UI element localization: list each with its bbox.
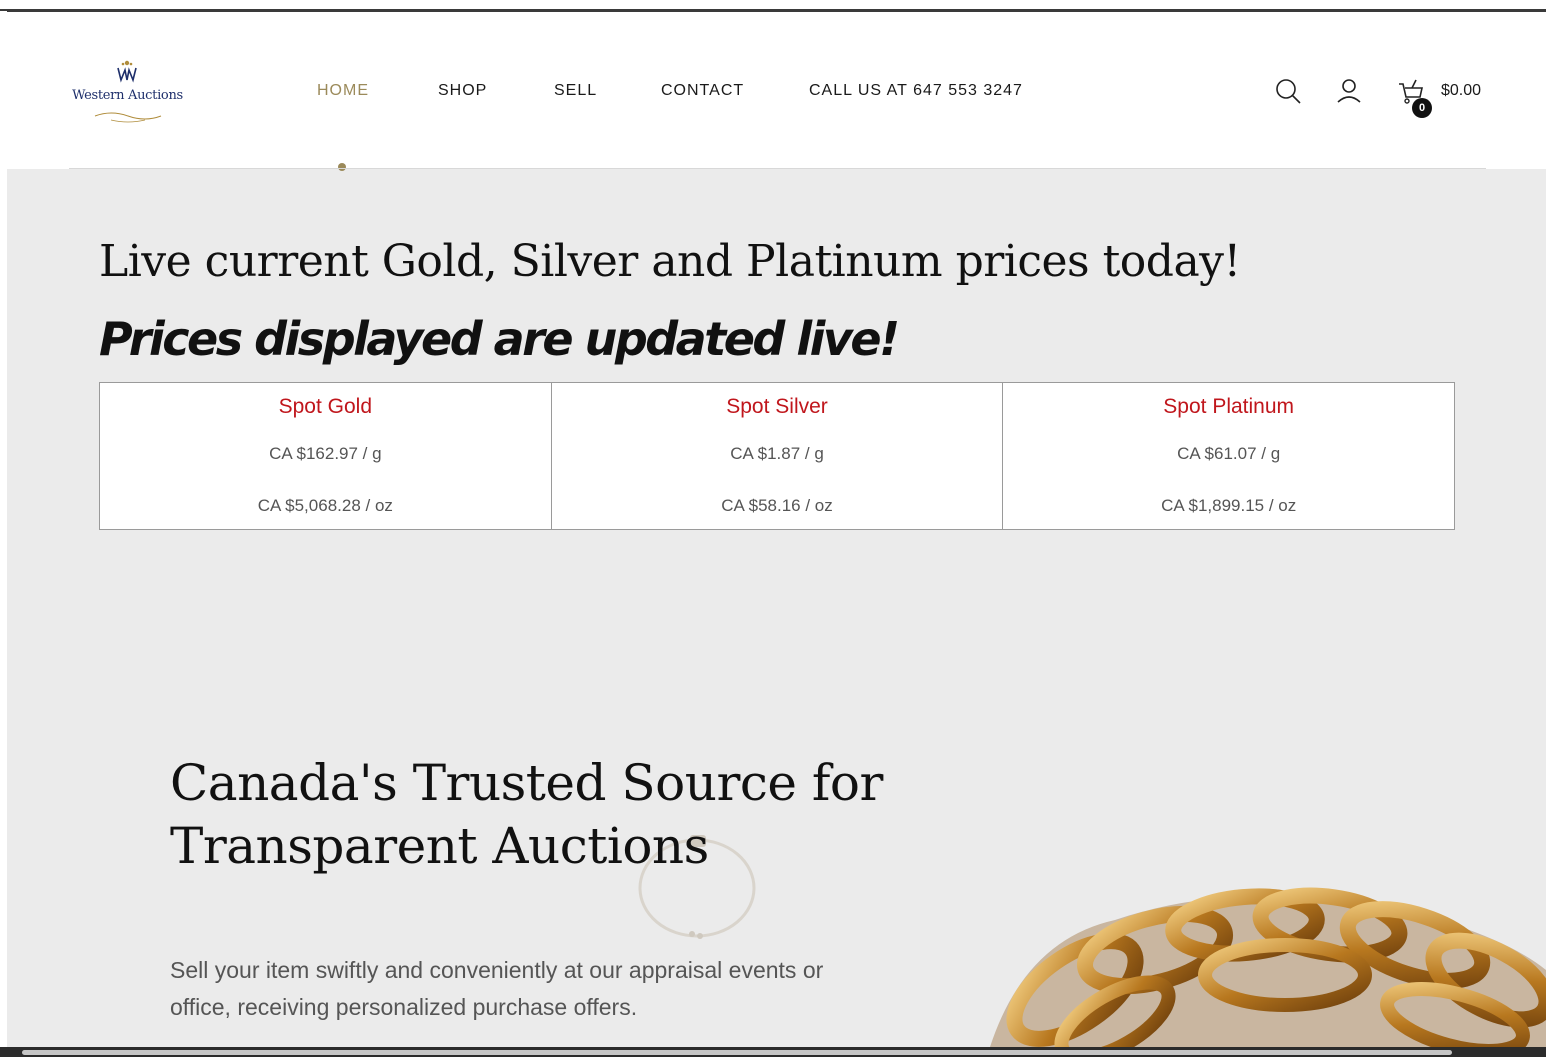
spot-gold-per-gram: CA $162.97 / g — [269, 444, 382, 463]
spot-platinum-title: Spot Platinum — [1163, 395, 1295, 418]
user-icon[interactable] — [1334, 76, 1364, 106]
spot-silver-title: Spot Silver — [726, 395, 828, 418]
header-divider — [69, 168, 1486, 169]
nav-contact[interactable]: CONTACT — [661, 82, 744, 100]
spot-platinum-per-gram: CA $61.07 / g — [1177, 444, 1281, 463]
hero-subtitle: Sell your item swiftly and conveniently … — [170, 957, 824, 1020]
spot-silver-per-ounce: CA $58.16 / oz — [721, 496, 833, 515]
nav-home[interactable]: HOME — [317, 82, 369, 100]
page-left-edge — [0, 11, 7, 1051]
hero-title: Canada's Trusted Source for Transparent … — [170, 754, 883, 875]
nav-sell[interactable]: SELL — [554, 82, 597, 100]
spot-platinum-column: Spot Platinum CA $61.07 / g CA $1,899.15… — [1003, 383, 1454, 529]
browser-top-edge — [0, 0, 1546, 12]
prices-subheading: Prices displayed are updated live! — [99, 312, 900, 366]
spot-gold-per-ounce: CA $5,068.28 / oz — [257, 496, 393, 515]
site-header: Western Auctions HOME SHOP SELL CONTACT … — [7, 12, 1546, 171]
spot-gold-column: Spot Gold CA $162.97 / g CA $5,068.28 / … — [100, 383, 552, 529]
logo-flourish-icon — [94, 112, 162, 123]
logo-wordmark: Western Auctions — [72, 88, 183, 103]
spot-silver-column: Spot Silver CA $1.87 / g CA $58.16 / oz — [552, 383, 1004, 529]
spot-price-table: Spot Gold CA $162.97 / g CA $5,068.28 / … — [99, 382, 1455, 530]
nav-active-indicator — [338, 163, 346, 171]
spot-gold-title: Spot Gold — [278, 395, 373, 418]
cart-count-badge: 0 — [1412, 98, 1432, 118]
site-logo[interactable]: Western Auctions — [65, 58, 190, 124]
nav-call-us[interactable]: CALL US AT 647 553 3247 — [809, 82, 1023, 100]
search-icon[interactable] — [1273, 76, 1303, 106]
logo-crown-icon — [117, 60, 137, 83]
horizontal-scrollbar[interactable] — [0, 1047, 1546, 1057]
prices-heading: Live current Gold, Silver and Platinum p… — [99, 236, 1241, 287]
nav-shop[interactable]: SHOP — [438, 82, 487, 100]
spot-platinum-per-ounce: CA $1,899.15 / oz — [1161, 496, 1297, 515]
scrollbar-thumb[interactable] — [22, 1050, 1452, 1055]
cart-total[interactable]: $0.00 — [1441, 82, 1481, 100]
spot-silver-per-gram: CA $1.87 / g — [730, 444, 824, 463]
gold-chain-image — [990, 887, 1546, 1047]
